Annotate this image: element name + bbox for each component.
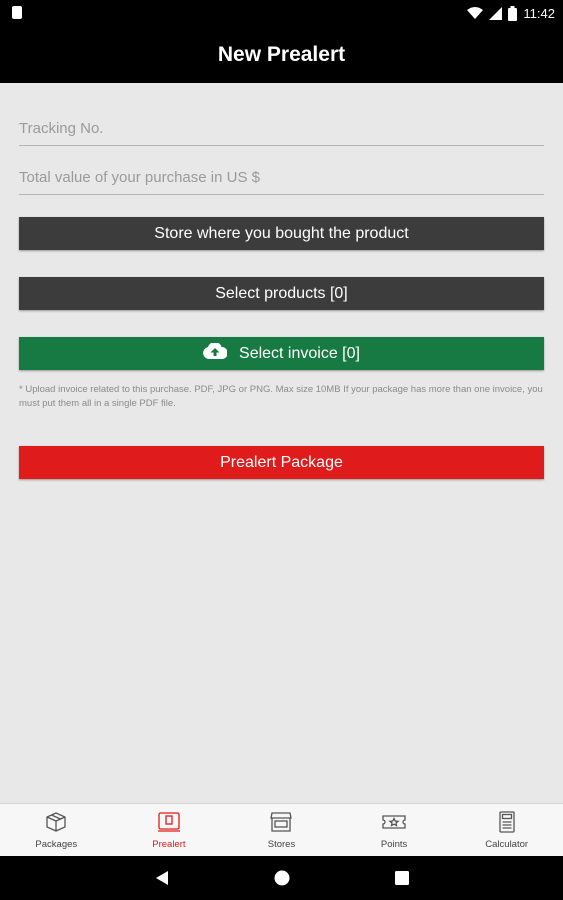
- recents-button[interactable]: [342, 856, 462, 900]
- nav-label: Stores: [267, 839, 296, 850]
- status-time: 11:42: [523, 5, 555, 21]
- prealert-package-button[interactable]: Prealert Package: [19, 446, 544, 479]
- status-icons: 11:42: [467, 4, 555, 22]
- nav-item-prealert[interactable]: Prealert: [113, 804, 226, 857]
- nav-item-calculator[interactable]: Calculator: [450, 804, 563, 857]
- wifi-icon: [467, 6, 484, 20]
- invoice-note: * Upload invoice related to this purchas…: [19, 384, 543, 409]
- system-nav-bar: [0, 856, 563, 900]
- select-products-button[interactable]: Select products [0]: [19, 277, 544, 310]
- home-icon: [274, 870, 289, 886]
- home-button[interactable]: [222, 856, 342, 900]
- calculator-icon: [497, 811, 517, 836]
- cloud-upload-icon: [203, 341, 228, 364]
- ticket-icon: [381, 811, 407, 836]
- box-icon: [45, 811, 67, 836]
- select-invoice-label: Select invoice [0]: [239, 344, 360, 362]
- purchase-value-input[interactable]: [19, 164, 544, 195]
- nav-label: Prealert: [152, 839, 186, 850]
- recents-icon: [394, 871, 409, 885]
- battery-icon: [508, 5, 518, 21]
- bottom-nav: Packages Prealert Stores Points Calculat…: [0, 803, 563, 857]
- tablet-icon: [157, 811, 181, 836]
- notification-icon: [12, 6, 22, 19]
- page-title: New Prealert: [217, 42, 346, 66]
- back-button[interactable]: [102, 856, 222, 900]
- back-icon: [155, 871, 168, 885]
- prealert-package-label: Prealert Package: [220, 453, 343, 471]
- nav-label: Calculator: [485, 839, 529, 850]
- nav-label: Packages: [35, 839, 78, 850]
- nav-item-packages[interactable]: Packages: [0, 804, 113, 857]
- select-products-label: Select products [0]: [215, 284, 348, 302]
- status-bar: 11:42: [0, 0, 563, 26]
- store-select-label: Store where you bought the product: [154, 224, 409, 242]
- nav-item-stores[interactable]: Stores: [225, 804, 338, 857]
- signal-icon: [489, 6, 503, 20]
- nav-label: Points: [380, 839, 408, 850]
- store-select-button[interactable]: Store where you bought the product: [19, 217, 544, 250]
- select-invoice-button[interactable]: Select invoice [0]: [19, 337, 544, 370]
- nav-item-points[interactable]: Points: [338, 804, 451, 857]
- app-bar: New Prealert: [0, 26, 563, 83]
- tracking-number-input[interactable]: [19, 115, 544, 146]
- store-icon: [269, 811, 293, 836]
